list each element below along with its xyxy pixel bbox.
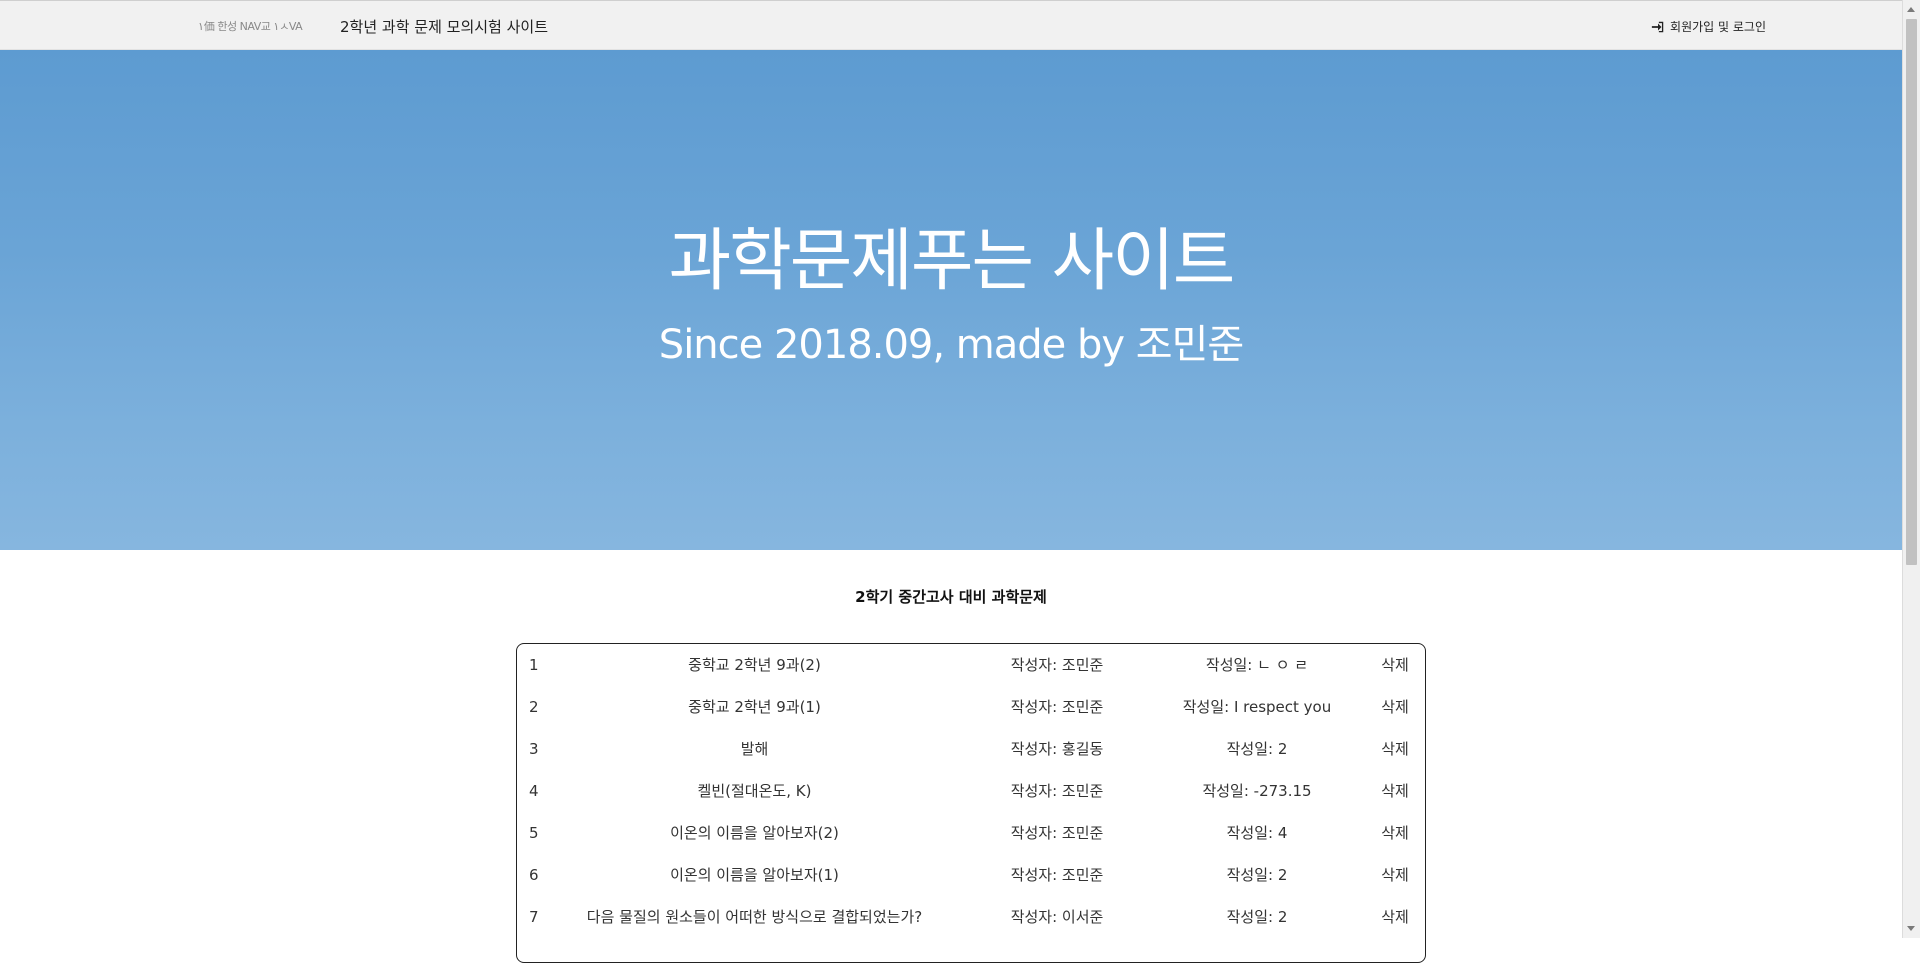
post-author: 작성자: 조민준 (1010, 782, 1104, 800)
scroll-up-arrow-icon[interactable] (1907, 7, 1915, 12)
post-author: 작성자: 조민준 (1010, 656, 1104, 674)
delete-button[interactable]: 삭제 (1375, 896, 1415, 938)
post-list: 1 중학교 2학년 9과(2) 작성자: 조민준 작성일: ㄴ ㅇ ㄹ 삭제 2… (516, 643, 1426, 963)
hero-banner: 과학문제푸는 사이트 Since 2018.09, made by 조민준 (0, 50, 1902, 550)
sign-in-icon (1651, 21, 1664, 32)
scroll-down-arrow-icon[interactable] (1907, 926, 1915, 931)
post-number: 7 (529, 908, 539, 926)
signup-login-link[interactable]: 회원가입 및 로그인 (1651, 18, 1766, 35)
post-title-link[interactable]: 중학교 2학년 9과(2) (557, 644, 952, 686)
delete-button[interactable]: 삭제 (1375, 812, 1415, 854)
post-number: 6 (529, 866, 539, 884)
post-number: 3 (529, 740, 539, 758)
post-author: 작성자: 홍길동 (1010, 740, 1104, 758)
post-date: 작성일: 2 (1226, 866, 1288, 884)
site-title[interactable]: 2학년 과학 문제 모의시험 사이트 (340, 16, 548, 37)
table-row: 6 이온의 이름을 알아보자(1) 작성자: 조민준 작성일: 2 삭제 (517, 854, 1425, 896)
table-row: 5 이온의 이름을 알아보자(2) 작성자: 조민준 작성일: 4 삭제 (517, 812, 1425, 854)
post-title-link[interactable]: 켈빈(절대온도, K) (557, 770, 952, 812)
delete-button[interactable]: 삭제 (1375, 644, 1415, 686)
delete-button[interactable]: 삭제 (1375, 686, 1415, 728)
table-row: 1 중학교 2학년 9과(2) 작성자: 조민준 작성일: ㄴ ㅇ ㄹ 삭제 (517, 644, 1425, 686)
section-title: 2학기 중간고사 대비 과학문제 (855, 588, 1047, 606)
post-date: 작성일: -273.15 (1202, 782, 1312, 800)
post-title-link[interactable]: 다음 물질의 원소들이 어떠한 방식으로 결합되었는가? (557, 896, 952, 938)
table-row: 3 발해 작성자: 홍길동 작성일: 2 삭제 (517, 728, 1425, 770)
post-title-link[interactable]: 이온의 이름을 알아보자(2) (557, 812, 952, 854)
post-title-link[interactable]: 이온의 이름을 알아보자(1) (557, 854, 952, 896)
delete-button[interactable]: 삭제 (1375, 728, 1415, 770)
table-row: 4 켈빈(절대온도, K) 작성자: 조민준 작성일: -273.15 삭제 (517, 770, 1425, 812)
post-title-link[interactable]: 중학교 2학년 9과(1) (557, 686, 952, 728)
post-date: 작성일: 2 (1226, 908, 1288, 926)
brand[interactable]: ۱価 한성 NAV교 ۱ㅅVA 2학년 과학 문제 모의시험 사이트 (198, 15, 548, 37)
post-number: 1 (529, 656, 539, 674)
logo-text: ۱価 한성 NAV교 ۱ㅅVA (198, 20, 303, 33)
post-date: 작성일: 2 (1226, 740, 1288, 758)
post-number: 4 (529, 782, 539, 800)
post-author: 작성자: 조민준 (1010, 698, 1104, 716)
post-date: 작성일: 4 (1226, 824, 1288, 842)
vertical-scrollbar[interactable] (1902, 0, 1920, 938)
hero-title: 과학문제푸는 사이트 (668, 222, 1236, 301)
post-date: 작성일: I respect you (1182, 698, 1332, 716)
post-author: 작성자: 조민준 (1010, 866, 1104, 884)
post-author: 작성자: 이서준 (1010, 908, 1104, 926)
post-date: 작성일: ㄴ ㅇ ㄹ (1205, 656, 1309, 674)
post-number: 2 (529, 698, 539, 716)
site-logo[interactable]: ۱価 한성 NAV교 ۱ㅅVA (198, 15, 338, 37)
scroll-thumb[interactable] (1906, 19, 1917, 565)
delete-button[interactable]: 삭제 (1375, 770, 1415, 812)
login-label: 회원가입 및 로그인 (1670, 20, 1766, 34)
table-row: 7 다음 물질의 원소들이 어떠한 방식으로 결합되었는가? 작성자: 이서준 … (517, 896, 1425, 938)
post-author: 작성자: 조민준 (1010, 824, 1104, 842)
hero-subtitle: Since 2018.09, made by 조민준 (658, 322, 1244, 368)
post-number: 5 (529, 824, 539, 842)
post-title-link[interactable]: 발해 (557, 728, 952, 770)
top-navbar: ۱価 한성 NAV교 ۱ㅅVA 2학년 과학 문제 모의시험 사이트 회원가입 … (0, 0, 1902, 50)
table-row: 2 중학교 2학년 9과(1) 작성자: 조민준 작성일: I respect … (517, 686, 1425, 728)
delete-button[interactable]: 삭제 (1375, 854, 1415, 896)
